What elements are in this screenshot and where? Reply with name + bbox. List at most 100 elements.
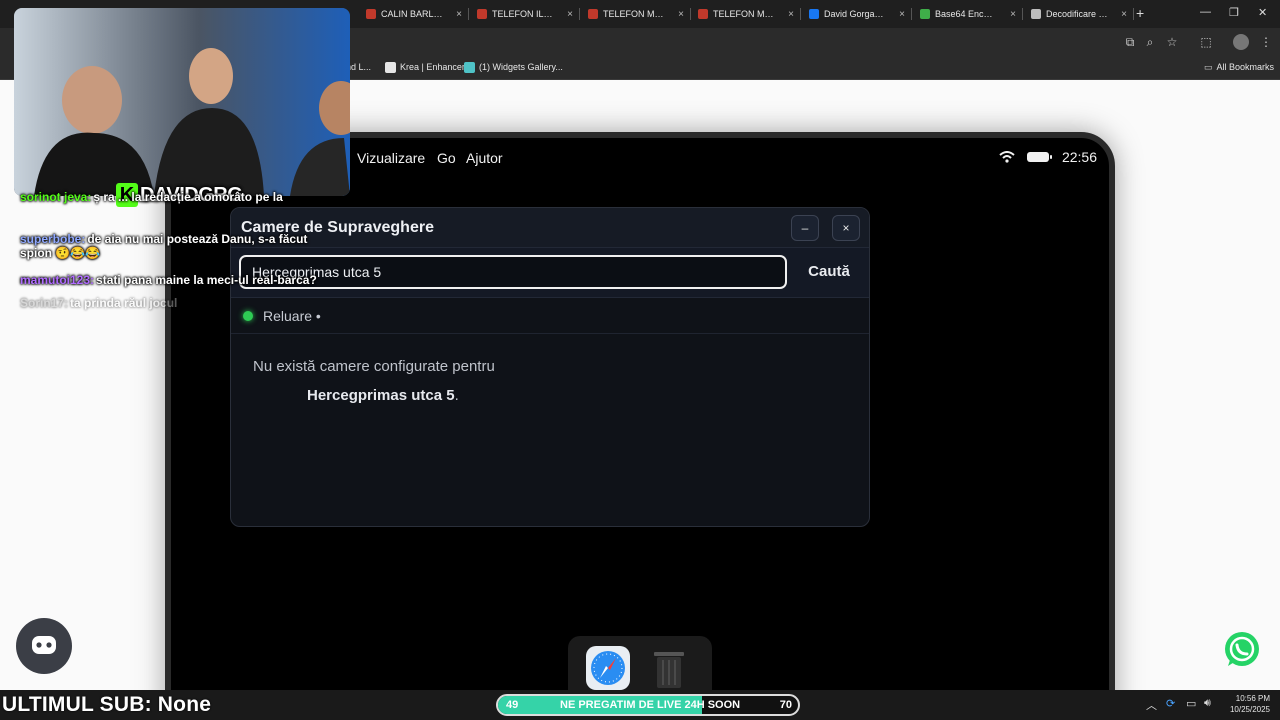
empty-message-location-line: Hercegprimas utca 5. <box>307 387 459 404</box>
widgets-icon <box>464 61 475 73</box>
goal-progress-bar: 49 NE PREGATIM DE LIVE 24H SOON 70 <box>496 694 800 716</box>
bookmark-label: (1) Widgets Gallery... <box>479 62 563 72</box>
goal-end-value: 70 <box>779 699 792 711</box>
chat-text: ta prinda răul jocul <box>70 296 178 310</box>
address-search-input[interactable]: Hercegprimas utca 5 <box>239 255 787 289</box>
clock-time: 10:56 PM <box>1235 694 1270 703</box>
browser-menu-icon[interactable]: ⋮ <box>1258 34 1274 50</box>
bookmark-label: Krea | Enhancer <box>400 62 465 72</box>
chat-message-3: Sorin17: ta prinda răul jocul <box>20 296 177 310</box>
bookmark-item-1[interactable]: Krea | Enhancer <box>385 60 465 74</box>
tab-close-icon[interactable]: × <box>678 9 684 20</box>
tab-close-icon[interactable]: × <box>788 9 794 20</box>
empty-message: Nu există camere configurate pentru <box>253 358 495 375</box>
tab-label: David Gorgan | M <box>824 9 886 19</box>
maximize-window-icon[interactable]: ❐ <box>1229 6 1239 19</box>
close-button[interactable]: × <box>832 215 860 241</box>
browser-tab[interactable]: TELEFON MARIA × <box>582 3 690 25</box>
tab-favicon-icon <box>588 9 598 19</box>
system-clock[interactable]: 10:56 PM 10/25/2025 <box>1230 693 1270 715</box>
tab-separator <box>579 8 580 20</box>
browser-tab[interactable]: Base64 Encode ar × <box>914 3 1022 25</box>
tab-separator <box>1022 8 1023 20</box>
battery-icon <box>1027 152 1052 162</box>
trash-icon[interactable] <box>650 646 688 690</box>
chat-user: Sorin17: <box>20 296 69 310</box>
browser-tab[interactable]: Decodificare Base × <box>1025 3 1133 25</box>
translate-icon[interactable]: ⧉ <box>1122 34 1138 50</box>
discord-icon[interactable] <box>16 618 72 674</box>
volume-icon[interactable]: 🔊︎ <box>1204 697 1211 710</box>
browser-tab[interactable]: TELEFON ILINCA × <box>471 3 579 25</box>
folder-icon: ▭ <box>1204 61 1213 72</box>
sync-icon[interactable]: ⟳ <box>1166 697 1175 710</box>
all-bookmarks[interactable]: ▭ All Bookmarks <box>1204 60 1274 74</box>
live-status-dot <box>243 311 253 321</box>
tab-favicon-icon <box>698 9 708 19</box>
dock <box>568 636 712 698</box>
tab-favicon-icon <box>809 9 819 19</box>
close-window-icon[interactable]: ✕ <box>1258 6 1267 19</box>
menu-ajutor[interactable]: Ajutor <box>466 150 503 166</box>
browser-tab[interactable]: CALIN BARLEA TE × <box>360 3 468 25</box>
status-text: Reluare • <box>263 308 321 324</box>
tab-favicon-icon <box>366 9 376 19</box>
tab-close-icon[interactable]: × <box>899 9 905 20</box>
chat-user: mamutoi123: <box>20 273 95 287</box>
tab-close-icon[interactable]: × <box>456 9 462 20</box>
profile-avatar[interactable] <box>1233 34 1249 50</box>
goal-text: NE PREGATIM DE LIVE 24H SOON <box>560 699 741 711</box>
wifi-icon <box>999 151 1015 163</box>
chat-message-1: superbobe: de aia nu mai postează Danu, s… <box>20 232 330 260</box>
whatsapp-icon[interactable] <box>1222 630 1262 670</box>
chat-text: ș ra ... la redacție a omorâto pe la <box>93 190 283 204</box>
tablet-frame: Vizualizare Go Ajutor 22:56 Camere de Su… <box>165 132 1115 720</box>
tab-favicon-icon <box>920 9 930 19</box>
tab-favicon-icon <box>1031 9 1041 19</box>
tab-label: CALIN BARLEA TE <box>381 9 443 19</box>
browser-tab[interactable]: TELEFON MARIAN × <box>692 3 800 25</box>
tab-label: TELEFON ILINCA <box>492 9 554 19</box>
bookmark-item-2[interactable]: (1) Widgets Gallery... <box>464 60 563 74</box>
krea-icon <box>385 61 396 73</box>
last-sub-label: ULTIMUL SUB: None <box>2 693 212 716</box>
screen: CALIN BARLEA TE×TELEFON ILINCA×TELEFON M… <box>0 0 1280 720</box>
tab-separator <box>690 8 691 20</box>
menu-go[interactable]: Go <box>437 150 456 166</box>
menu-vizualizare[interactable]: Vizualizare <box>357 150 425 166</box>
tab-close-icon[interactable]: × <box>1010 9 1016 20</box>
tab-label: Decodificare Base <box>1046 9 1108 19</box>
extensions-icon[interactable]: ⬚ <box>1198 34 1214 50</box>
tab-separator <box>1133 8 1134 20</box>
tab-close-icon[interactable]: × <box>1121 9 1127 20</box>
chat-message-2: mamutoi123: stati pana maine la meci-ul r… <box>20 273 317 287</box>
tab-label: TELEFON MARIA <box>603 9 665 19</box>
clock-date: 10/25/2025 <box>1229 705 1270 714</box>
tray-chevron-icon[interactable]: ︿ <box>1146 697 1157 713</box>
tab-label: TELEFON MARIAN <box>713 9 775 19</box>
tab-separator <box>800 8 801 20</box>
chat-message-0: sorinot jeva: ș ra ... la redacție a omor… <box>20 190 320 204</box>
search-button[interactable]: Caută <box>797 256 861 288</box>
status-row: Reluare • <box>231 298 869 334</box>
chat-user: superbobe: <box>20 232 86 246</box>
zoom-icon[interactable]: ⌕ <box>1142 34 1158 50</box>
tab-separator <box>911 8 912 20</box>
chat-text: stati pana maine la meci-ul real-barca? <box>96 273 317 287</box>
status-time: 22:56 <box>1061 149 1097 165</box>
tab-label: Base64 Encode ar <box>935 9 997 19</box>
tab-favicon-icon <box>477 9 487 19</box>
minimize-window-icon[interactable]: — <box>1200 6 1211 18</box>
bookmark-star-icon[interactable]: ☆ <box>1164 34 1180 50</box>
tab-separator <box>468 8 469 20</box>
display-icon[interactable]: ▭ <box>1186 697 1196 710</box>
message-suffix: . <box>454 387 459 404</box>
goal-start-value: 49 <box>506 699 519 711</box>
new-tab-button[interactable]: + <box>1136 5 1144 21</box>
safari-icon[interactable] <box>586 646 630 690</box>
chat-user: sorinot jeva: <box>20 190 92 204</box>
all-bookmarks-label: All Bookmarks <box>1216 62 1275 72</box>
browser-tab[interactable]: David Gorgan | M × <box>803 3 911 25</box>
minimize-button[interactable]: – <box>791 215 819 241</box>
tab-close-icon[interactable]: × <box>567 9 573 20</box>
